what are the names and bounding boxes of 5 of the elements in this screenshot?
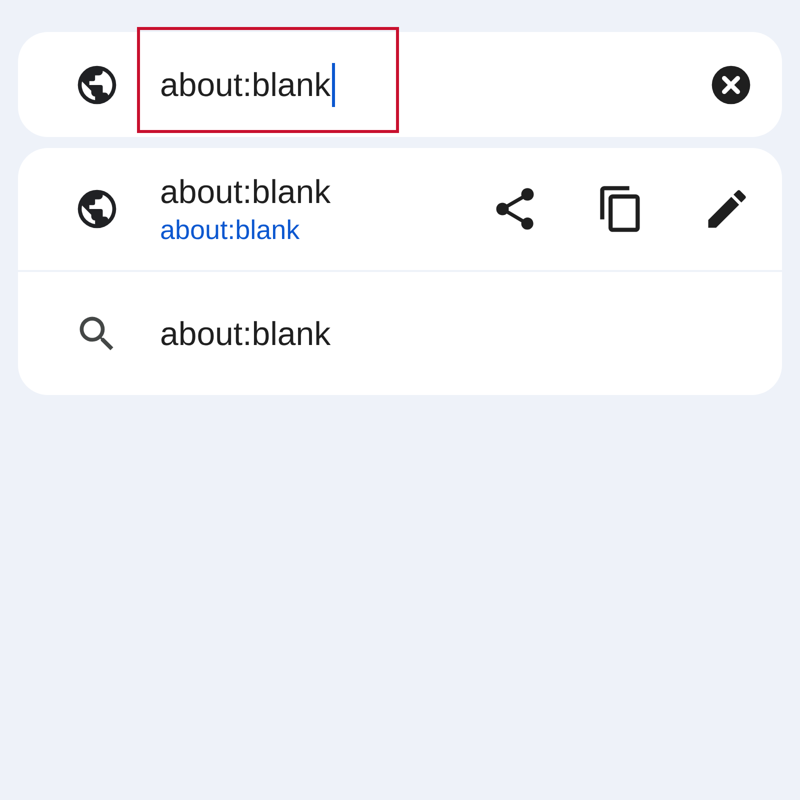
suggestion-title: about:blank — [160, 172, 332, 210]
text-cursor — [332, 62, 335, 106]
address-text: about:blank — [160, 66, 331, 104]
suggestion-url: about:blank — [160, 214, 301, 246]
suggestion-title: about:blank — [160, 314, 332, 352]
